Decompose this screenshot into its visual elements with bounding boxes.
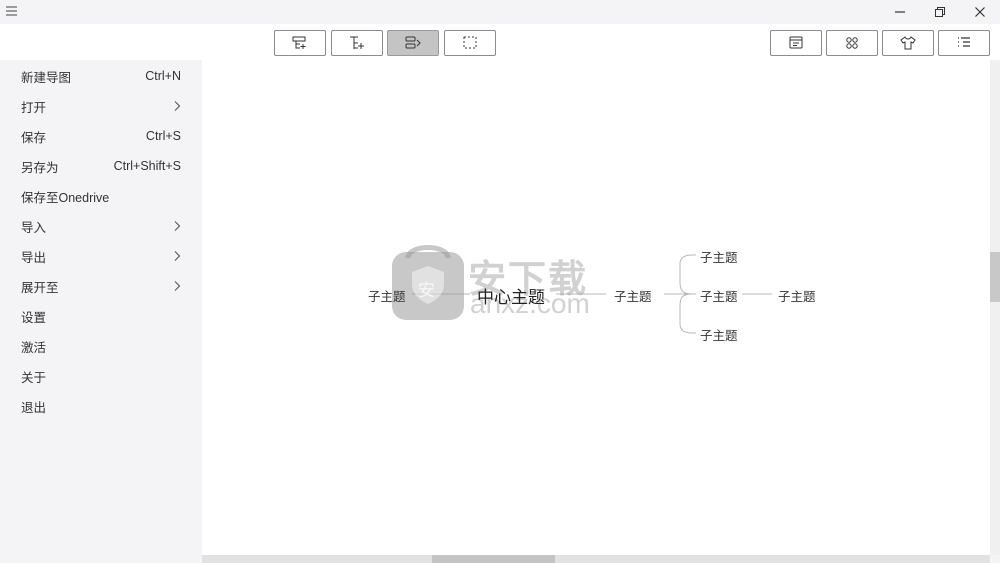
menu-item-label: 退出 — [21, 400, 47, 415]
menu-item-label: 关于 — [21, 370, 47, 385]
menu-item-label: 保存至Onedrive — [21, 190, 110, 205]
menu-item-shortcut: Ctrl+S — [145, 129, 181, 143]
menu-item-save-as[interactable]: 另存为 Ctrl+Shift+S — [0, 151, 202, 181]
card-icon — [789, 36, 803, 49]
chevron-right-icon — [174, 251, 181, 261]
menu-item-label: 导入 — [21, 220, 47, 235]
right-topic-node[interactable]: 子主题 — [614, 286, 652, 305]
chevron-right-icon — [174, 101, 181, 111]
menu-item-label: 打开 — [21, 100, 47, 115]
menu-item-settings[interactable]: 设置 — [0, 301, 202, 331]
vertical-scrollbar-thumb[interactable] — [990, 252, 1000, 302]
title-bar — [0, 0, 1000, 24]
sub-topic-node[interactable]: 子主题 — [700, 325, 738, 344]
central-topic-node[interactable]: 中心主题 — [477, 283, 545, 308]
dashed-frame-icon — [463, 36, 477, 49]
theme-button[interactable] — [882, 30, 934, 56]
watermark: 安 安下载 anxz.com — [390, 238, 610, 326]
menu-item-new-map[interactable]: 新建导图 Ctrl+N — [0, 61, 202, 91]
menu-item-label: 展开至 — [21, 280, 59, 295]
minimize-button[interactable] — [880, 0, 920, 24]
command-icon — [846, 37, 858, 49]
menu-item-activate[interactable]: 激活 — [0, 331, 202, 361]
style-button[interactable] — [770, 30, 822, 56]
watermark-badge: 安 — [418, 281, 435, 300]
sub-topic-node[interactable]: 子主题 — [700, 247, 738, 266]
insert-sibling-topic-button[interactable] — [274, 30, 326, 56]
hamburger-menu-icon[interactable] — [5, 4, 19, 18]
menu-item-open[interactable]: 打开 — [0, 91, 202, 121]
icons-button[interactable] — [826, 30, 878, 56]
menu-item-expand-to[interactable]: 展开至 — [0, 271, 202, 301]
layout-button[interactable] — [387, 30, 439, 56]
outline-button[interactable] — [938, 30, 990, 56]
insert-sibling-icon — [292, 36, 306, 49]
select-frame-button[interactable] — [444, 30, 496, 56]
menu-item-import[interactable]: 导入 — [0, 211, 202, 241]
menu-item-export[interactable]: 导出 — [0, 241, 202, 271]
menu-item-label: 设置 — [21, 310, 47, 325]
file-menu: 新建导图 Ctrl+N 打开 保存 Ctrl+S 另存为 Ctrl+Shift+… — [0, 60, 202, 563]
horizontal-scrollbar-thumb[interactable] — [432, 555, 555, 563]
close-button[interactable] — [960, 0, 1000, 24]
menu-item-label: 另存为 — [21, 160, 59, 175]
left-topic-node[interactable]: 子主题 — [368, 286, 406, 305]
menu-item-shortcut: Ctrl+Shift+S — [113, 159, 181, 173]
menu-item-about[interactable]: 关于 — [0, 361, 202, 391]
restore-button[interactable] — [920, 0, 960, 24]
menu-item-label: 激活 — [21, 340, 47, 355]
menu-item-shortcut: Ctrl+N — [145, 69, 181, 83]
menu-item-label: 新建导图 — [21, 70, 72, 85]
chevron-right-icon — [174, 281, 181, 291]
insert-child-icon — [350, 36, 364, 49]
shirt-icon — [900, 36, 916, 50]
sub-topic-node[interactable]: 子主题 — [700, 286, 738, 305]
insert-child-topic-button[interactable] — [331, 30, 383, 56]
toolbar — [0, 24, 1000, 60]
layout-icon — [405, 36, 421, 49]
horizontal-scrollbar[interactable] — [202, 555, 990, 563]
menu-item-label: 导出 — [21, 250, 47, 265]
menu-item-save[interactable]: 保存 Ctrl+S — [0, 121, 202, 151]
menu-item-save-onedrive[interactable]: 保存至Onedrive — [0, 181, 202, 211]
menu-item-label: 保存 — [21, 130, 47, 145]
chevron-right-icon — [174, 221, 181, 231]
list-icon — [958, 37, 970, 47]
menu-item-exit[interactable]: 退出 — [0, 391, 202, 421]
vertical-scrollbar[interactable] — [990, 60, 1000, 555]
sub-sub-topic-node[interactable]: 子主题 — [778, 286, 816, 305]
